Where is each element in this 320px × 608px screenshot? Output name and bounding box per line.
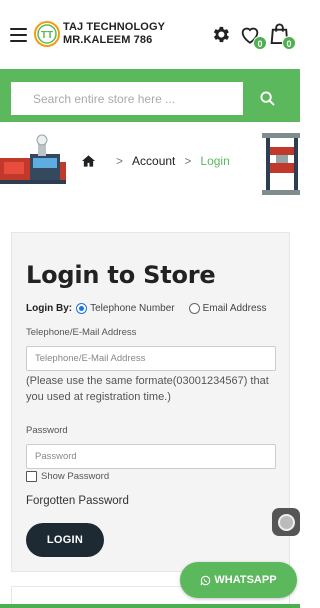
scroll-icon bbox=[277, 513, 295, 531]
identifier-label: Telephone/E-Mail Address bbox=[26, 327, 137, 338]
breadcrumb-separator: > bbox=[116, 154, 124, 168]
show-password-row: Show Password bbox=[26, 471, 109, 482]
password-label: Password bbox=[26, 425, 68, 436]
breadcrumb-separator: > bbox=[184, 154, 192, 168]
password-input[interactable] bbox=[26, 444, 276, 469]
whatsapp-icon bbox=[200, 575, 211, 585]
breadcrumb-login[interactable]: Login bbox=[200, 154, 229, 168]
radio-email[interactable] bbox=[188, 303, 200, 314]
show-password-label[interactable]: Show Password bbox=[41, 471, 109, 482]
svg-text:TT: TT bbox=[41, 30, 53, 41]
format-note: (Please use the same formate(03001234567… bbox=[26, 375, 269, 403]
forgot-password-link[interactable]: Forgotten Password bbox=[26, 495, 129, 507]
brand-name[interactable]: TAJ TECHNOLOGY MR.KALEEM 786 bbox=[63, 21, 165, 47]
identifier-input[interactable] bbox=[26, 346, 276, 371]
scroll-button[interactable] bbox=[272, 508, 300, 536]
wishlist-count-badge: 0 bbox=[253, 36, 267, 50]
page-title: Login to Store bbox=[26, 261, 216, 289]
search-button[interactable] bbox=[247, 82, 287, 115]
machine-image-right bbox=[262, 133, 300, 195]
search-bar bbox=[0, 69, 300, 122]
search-icon bbox=[259, 91, 275, 106]
show-password-checkbox[interactable] bbox=[26, 471, 37, 482]
login-panel: Login to Store Login By: Telephone Numbe… bbox=[11, 232, 290, 572]
home-icon[interactable] bbox=[82, 155, 95, 167]
whatsapp-label: WHATSAPP bbox=[214, 574, 277, 586]
cart-count-badge: 0 bbox=[282, 36, 296, 50]
gear-icon[interactable] bbox=[210, 24, 231, 45]
bottom-bar bbox=[0, 604, 300, 608]
menu-icon[interactable] bbox=[10, 28, 27, 42]
radio-email-label[interactable]: Email Address bbox=[203, 303, 267, 314]
radio-telephone[interactable] bbox=[76, 303, 88, 314]
search-input[interactable] bbox=[11, 82, 243, 115]
logo-icon[interactable]: TT bbox=[34, 21, 60, 47]
machine-image-left bbox=[0, 134, 66, 184]
site-header: TT TAJ TECHNOLOGY MR.KALEEM 786 0 0 bbox=[0, 0, 300, 68]
whatsapp-button[interactable]: WHATSAPP bbox=[180, 562, 297, 598]
breadcrumb: > Account > Login bbox=[82, 154, 230, 168]
breadcrumb-banner: > Account > Login bbox=[0, 122, 300, 204]
login-button[interactable]: LOGIN bbox=[26, 523, 104, 557]
login-by-label: Login By: bbox=[26, 303, 73, 314]
radio-telephone-label[interactable]: Telephone Number bbox=[90, 303, 175, 314]
brand-line1: TAJ TECHNOLOGY bbox=[63, 21, 166, 33]
login-by-group: Login By: Telephone Number Email Address bbox=[26, 303, 281, 314]
brand-line2: MR.KALEEM 786 bbox=[63, 34, 153, 46]
breadcrumb-account[interactable]: Account bbox=[132, 154, 175, 168]
